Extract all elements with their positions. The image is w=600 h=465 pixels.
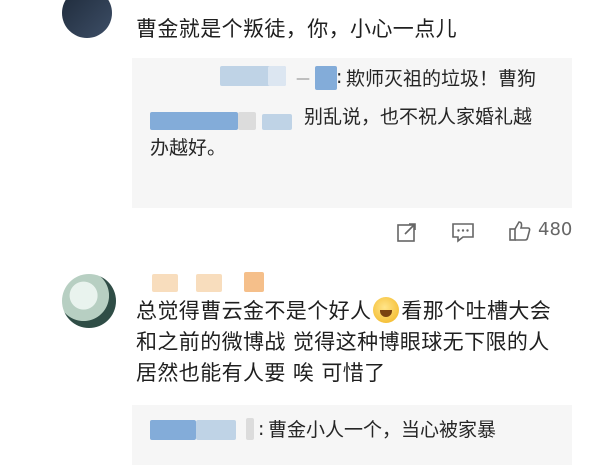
blurred-username bbox=[262, 114, 292, 130]
blurred-username bbox=[196, 274, 222, 292]
blurred-username bbox=[196, 420, 236, 440]
comment-icon[interactable] bbox=[451, 221, 475, 247]
blurred-username bbox=[238, 112, 256, 130]
thumbs-up-icon[interactable] bbox=[508, 219, 532, 247]
blurred-username bbox=[150, 420, 196, 440]
reply-text: 欺师灭祖的垃圾！曹狗 bbox=[346, 68, 537, 90]
reply-text: 办越好。 bbox=[150, 137, 227, 159]
reply-prefix: : bbox=[336, 66, 343, 88]
blurred-username bbox=[268, 66, 286, 86]
blurred-username bbox=[152, 274, 178, 292]
comment-text: 总觉得曹云金不是个好人 看那个吐槽大会 和之前的微博战 觉得这种博眼球无下限的人 … bbox=[136, 297, 552, 385]
reply-text: 别乱说，也不祝人家婚礼越 bbox=[304, 106, 533, 128]
blurred-username bbox=[244, 272, 264, 292]
blurred-username bbox=[246, 418, 254, 440]
reply-text: 曹金小人一个，当心被家暴 bbox=[268, 419, 497, 441]
avatar[interactable] bbox=[62, 0, 112, 38]
share-icon[interactable] bbox=[396, 221, 418, 247]
blurred-username bbox=[315, 66, 337, 90]
blurred-username bbox=[150, 112, 238, 130]
reply-prefix: : bbox=[258, 418, 265, 440]
like-count: 480 bbox=[538, 219, 573, 240]
avatar[interactable] bbox=[62, 274, 116, 328]
laughing-emoji-icon bbox=[373, 297, 400, 323]
comment-text: 曹金就是个叛徒，你，小心一点儿 bbox=[136, 17, 457, 41]
